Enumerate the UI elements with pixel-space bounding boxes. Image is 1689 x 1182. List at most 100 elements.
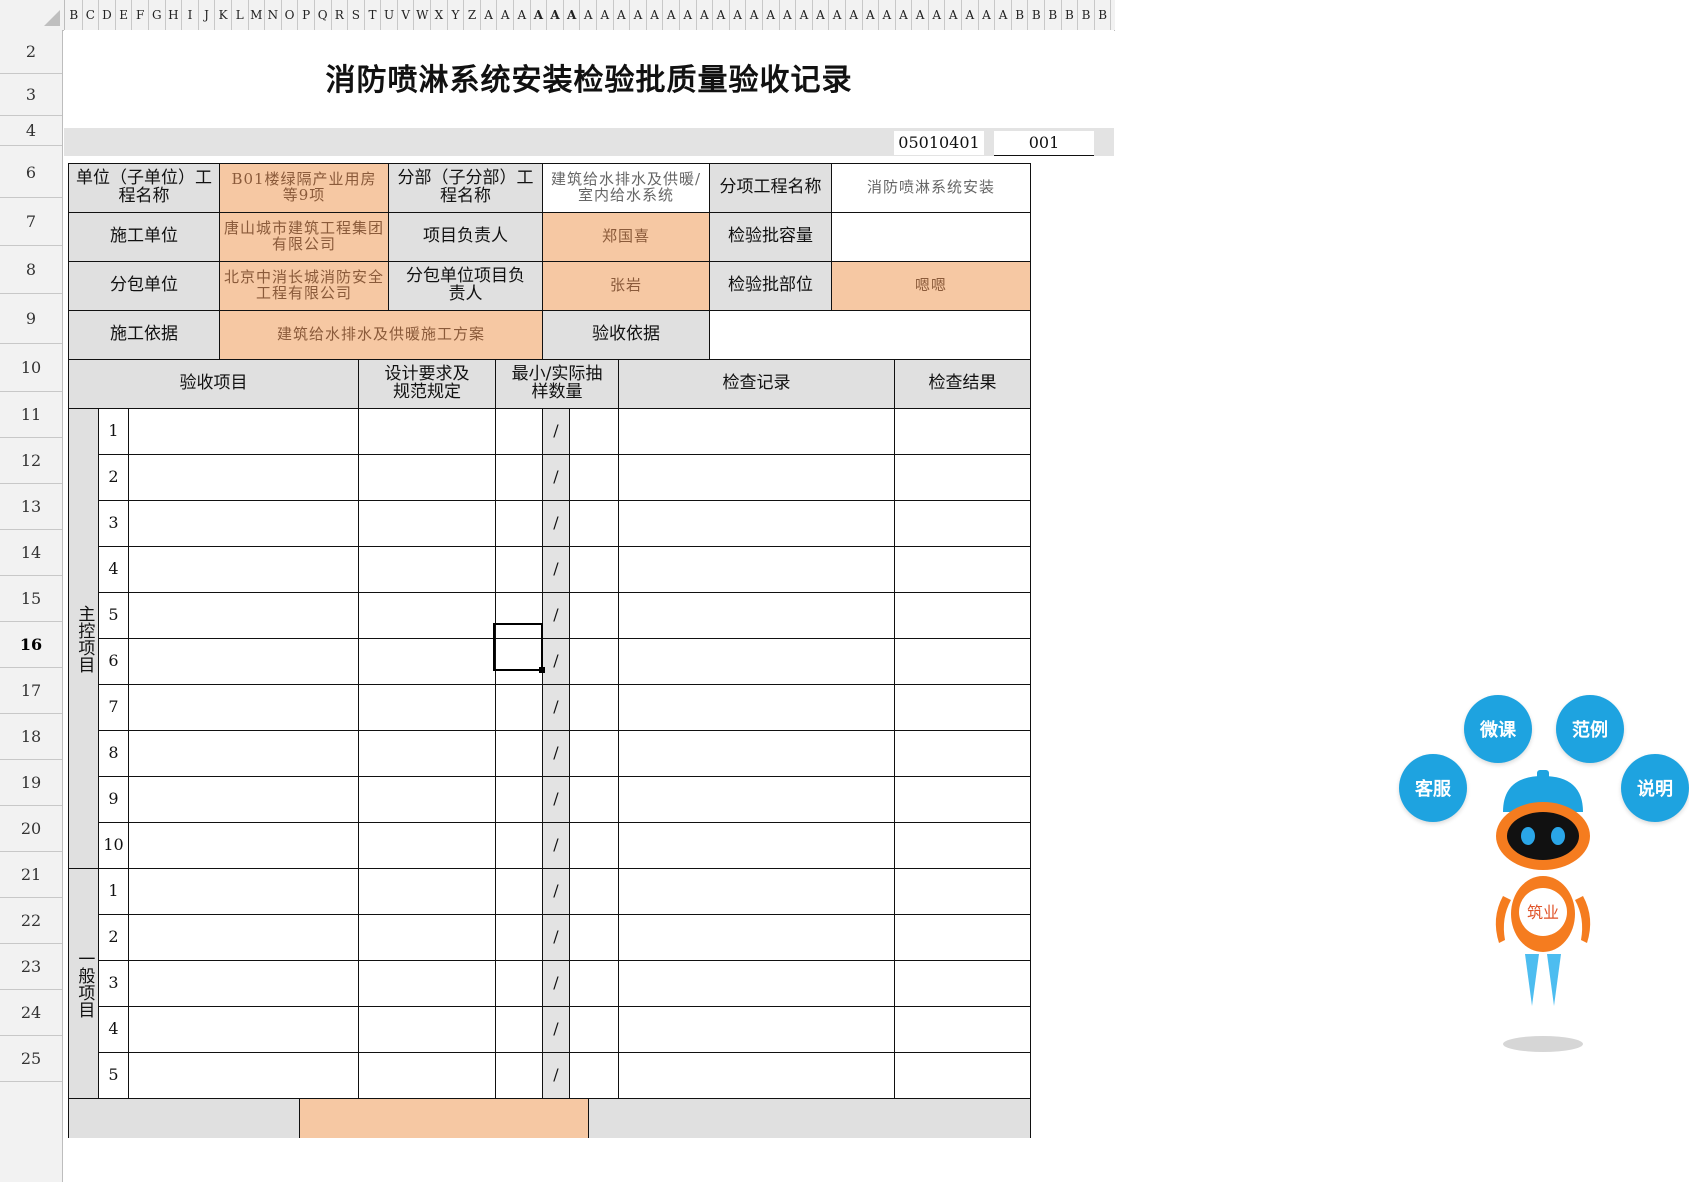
design-cell[interactable]	[358, 408, 496, 455]
record-cell[interactable]	[618, 546, 895, 593]
sample-min-cell[interactable]	[495, 684, 543, 731]
record-cell[interactable]	[618, 1006, 895, 1053]
sample-actual-cell[interactable]	[569, 1006, 619, 1053]
item-cell[interactable]	[128, 500, 359, 547]
sample-actual-cell[interactable]	[569, 638, 619, 685]
column-header-cell[interactable]: O	[282, 0, 299, 30]
item-cell[interactable]	[128, 638, 359, 685]
column-header-cell[interactable]: B	[1078, 0, 1095, 30]
column-header-cell[interactable]: A	[497, 0, 515, 30]
column-header-cell[interactable]: N	[265, 0, 282, 30]
design-cell[interactable]	[358, 960, 496, 1007]
row-header-cell[interactable]: 4	[0, 116, 62, 146]
column-header-cell[interactable]: L	[232, 0, 249, 30]
result-cell[interactable]	[894, 914, 1031, 961]
column-header-cell[interactable]: B	[1028, 0, 1046, 30]
unit-value[interactable]: B01楼绿隔产业用房等9项	[219, 163, 389, 213]
column-header-cell[interactable]: G	[149, 0, 166, 30]
row-header-cell[interactable]: 24	[0, 990, 62, 1036]
design-cell[interactable]	[358, 1052, 496, 1099]
item-cell[interactable]	[128, 822, 359, 869]
course-button[interactable]: 微课	[1464, 695, 1532, 763]
sample-actual-cell[interactable]	[569, 500, 619, 547]
design-cell[interactable]	[358, 868, 496, 915]
row-header-cell[interactable]: 16	[0, 622, 62, 668]
column-header-cell[interactable]: B	[1062, 0, 1079, 30]
result-cell[interactable]	[894, 730, 1031, 777]
capacity-value[interactable]	[831, 212, 1031, 262]
column-header-cell[interactable]: A	[630, 0, 647, 30]
item-cell[interactable]	[128, 546, 359, 593]
item-cell[interactable]	[128, 776, 359, 823]
column-header-cell[interactable]: F	[132, 0, 149, 30]
column-header-cell[interactable]: A	[514, 0, 531, 30]
result-cell[interactable]	[894, 684, 1031, 731]
record-cell[interactable]	[618, 960, 895, 1007]
row-header-cell[interactable]: 20	[0, 806, 62, 852]
sample-actual-cell[interactable]	[569, 730, 619, 777]
constructor-value[interactable]: 唐山城市建筑工程集团有限公司	[219, 212, 389, 262]
fill-handle[interactable]	[539, 667, 545, 673]
row-header-cell[interactable]: 19	[0, 760, 62, 806]
service-button[interactable]: 客服	[1399, 754, 1467, 822]
column-header-cell[interactable]: A	[813, 0, 830, 30]
item-cell[interactable]	[128, 914, 359, 961]
item-cell[interactable]	[128, 684, 359, 731]
row-header-cell[interactable]: 18	[0, 714, 62, 760]
column-header-cell[interactable]: A	[995, 0, 1012, 30]
item-cell[interactable]	[128, 730, 359, 777]
column-header-cell[interactable]: U	[381, 0, 398, 30]
column-header-cell[interactable]: A	[763, 0, 780, 30]
record-cell[interactable]	[618, 454, 895, 501]
sample-actual-cell[interactable]	[569, 776, 619, 823]
sample-min-cell[interactable]	[495, 408, 543, 455]
sample-actual-cell[interactable]	[569, 960, 619, 1007]
result-cell[interactable]	[894, 776, 1031, 823]
column-header-cell[interactable]: X	[431, 0, 448, 30]
form-serial[interactable]: 001	[994, 131, 1094, 156]
sample-min-cell[interactable]	[495, 454, 543, 501]
sample-min-cell[interactable]	[495, 500, 543, 547]
design-cell[interactable]	[358, 638, 496, 685]
accept-basis-value[interactable]	[709, 310, 1031, 360]
item-cell[interactable]	[128, 1006, 359, 1053]
basis-value[interactable]: 建筑给水排水及供暖施工方案	[219, 310, 543, 360]
record-cell[interactable]	[618, 684, 895, 731]
column-header-cell[interactable]: A	[796, 0, 813, 30]
result-cell[interactable]	[894, 1006, 1031, 1053]
sample-actual-cell[interactable]	[569, 408, 619, 455]
column-header-cell[interactable]: K	[215, 0, 232, 30]
row-header-cell[interactable]: 14	[0, 530, 62, 576]
row-header-cell[interactable]: 17	[0, 668, 62, 714]
result-cell[interactable]	[894, 868, 1031, 915]
result-cell[interactable]	[894, 1052, 1031, 1099]
column-header-cell[interactable]: A	[647, 0, 664, 30]
column-header-cell[interactable]: A	[730, 0, 747, 30]
sample-min-cell[interactable]	[495, 914, 543, 961]
record-cell[interactable]	[618, 776, 895, 823]
column-header-cell[interactable]: M	[249, 0, 266, 30]
column-header-cell[interactable]: R	[332, 0, 349, 30]
item-cell[interactable]	[128, 960, 359, 1007]
pm-value[interactable]: 郑国喜	[542, 212, 710, 262]
design-cell[interactable]	[358, 592, 496, 639]
row-header-cell[interactable]: 23	[0, 944, 62, 990]
design-cell[interactable]	[358, 730, 496, 777]
select-all-corner[interactable]	[0, 0, 65, 30]
sample-min-cell[interactable]	[495, 546, 543, 593]
column-header-cell[interactable]: A	[531, 0, 548, 30]
subdiv-value[interactable]: 建筑给水排水及供暖/室内给水系统	[542, 163, 710, 213]
design-cell[interactable]	[358, 1006, 496, 1053]
column-header-cell[interactable]: A	[962, 0, 979, 30]
column-header-cell[interactable]: A	[896, 0, 913, 30]
result-cell[interactable]	[894, 638, 1031, 685]
column-header-cell[interactable]: I	[182, 0, 199, 30]
column-header-cell[interactable]: A	[780, 0, 797, 30]
active-cell-cursor[interactable]	[493, 623, 545, 673]
sample-actual-cell[interactable]	[569, 822, 619, 869]
result-cell[interactable]	[894, 408, 1031, 455]
sub-pm-value[interactable]: 张岩	[542, 261, 710, 311]
result-cell[interactable]	[894, 592, 1031, 639]
column-header-cell[interactable]: A	[663, 0, 680, 30]
row-header-cell[interactable]: 13	[0, 484, 62, 530]
